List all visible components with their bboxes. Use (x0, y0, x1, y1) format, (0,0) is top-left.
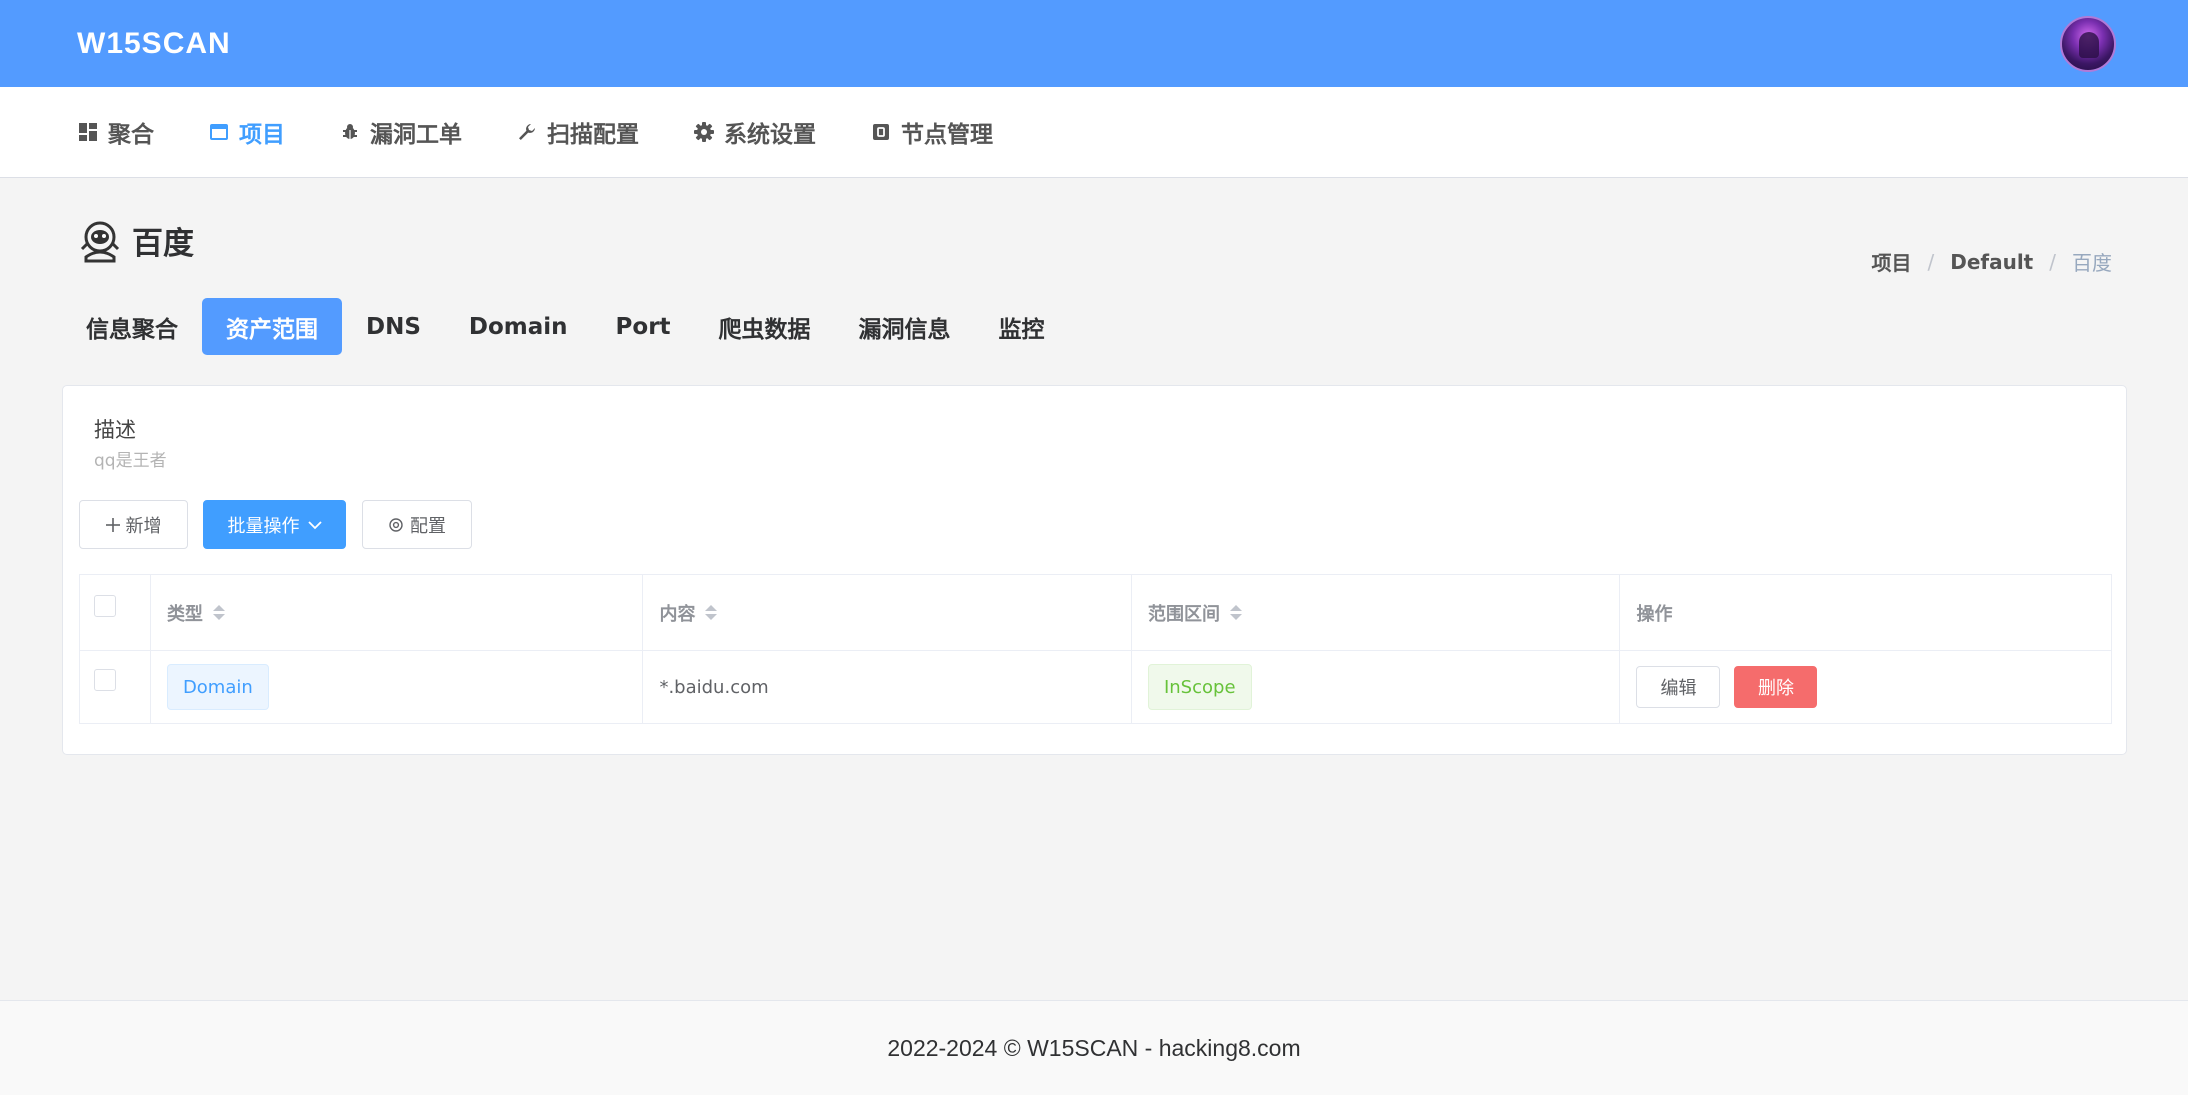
breadcrumb-separator: / (2049, 249, 2056, 274)
nav-item-system-settings[interactable]: 系统设置 (694, 115, 816, 149)
breadcrumb: 项目 / Default / 百度 (1871, 247, 2112, 276)
chevron-down-icon (307, 520, 322, 530)
column-header-actions-label: 操作 (1636, 603, 1673, 625)
avatar-icon[interactable] (2060, 15, 2116, 72)
main-nav: 聚合 项目 漏洞工单 扫描配置 系统设置 节点管理 (0, 87, 2188, 178)
column-header-scope-label: 范围区间 (1147, 603, 1220, 625)
tab-asset-scope[interactable]: 资产范围 (202, 298, 342, 355)
wrench-icon (517, 122, 537, 142)
breadcrumb-item-projects[interactable]: 项目 (1871, 247, 1911, 276)
breadcrumb-separator: / (1927, 249, 1935, 274)
content-value: *.baidu.com (659, 676, 769, 698)
row-select-cell (80, 651, 151, 723)
tab-domain[interactable]: Domain (445, 298, 592, 355)
nav-item-label: 聚合 (108, 122, 154, 148)
description-label: 描述 (94, 418, 136, 442)
tab-dns[interactable]: DNS (342, 298, 445, 355)
breadcrumb-item-default[interactable]: Default (1950, 250, 2033, 274)
window-icon (209, 122, 229, 142)
project-tabs: 信息聚合 资产范围 DNS Domain Port 爬虫数据 漏洞信息 监控 (62, 298, 1069, 355)
table-header-row: 类型 内容 范围区间 操作 (80, 575, 2111, 651)
table-row: Domain *.baidu.com InScope 编辑 删除 (80, 651, 2111, 723)
page-title: 百度 (78, 218, 194, 263)
tab-monitor[interactable]: 监控 (975, 298, 1069, 355)
header-select-cell (80, 575, 151, 650)
footer-text: 2022-2024 © W15SCAN - hacking8.com (887, 1034, 1301, 1061)
gear-outline-icon (388, 517, 404, 533)
bug-icon (340, 122, 360, 142)
config-button-label: 配置 (410, 515, 446, 537)
delete-button[interactable]: 删除 (1734, 666, 1818, 708)
nav-item-label: 漏洞工单 (370, 122, 462, 148)
page-title-text: 百度 (132, 226, 194, 262)
nav-item-scan-config[interactable]: 扫描配置 (517, 115, 639, 149)
astronaut-icon (78, 219, 122, 263)
tab-crawler-data[interactable]: 爬虫数据 (695, 298, 835, 355)
nav-item-vuln-tickets[interactable]: 漏洞工单 (340, 115, 462, 149)
gear-icon (694, 122, 714, 142)
scope-cell: InScope (1132, 651, 1621, 723)
column-header-actions: 操作 (1620, 575, 2111, 650)
edit-button[interactable]: 编辑 (1636, 666, 1721, 708)
breadcrumb-item-current: 百度 (2072, 251, 2112, 275)
config-button[interactable]: 配置 (362, 500, 472, 549)
nav-item-projects[interactable]: 项目 (209, 115, 285, 149)
add-button[interactable]: 新增 (79, 500, 188, 549)
tab-port[interactable]: Port (592, 298, 695, 355)
column-header-type[interactable]: 类型 (151, 575, 644, 650)
tab-info-aggregate[interactable]: 信息聚合 (62, 298, 202, 355)
select-all-checkbox[interactable] (94, 595, 116, 617)
footer: 2022-2024 © W15SCAN - hacking8.com (0, 1000, 2188, 1095)
nav-item-label: 项目 (239, 122, 285, 148)
brand-logo[interactable]: W15SCAN (77, 27, 231, 61)
batch-operation-button[interactable]: 批量操作 (203, 500, 346, 549)
asset-scope-card: 描述 qq是王者 新增 批量操作 配置 类型 内容 范围区间 操作 Domain… (62, 385, 2127, 755)
nav-item-label: 系统设置 (724, 122, 816, 148)
column-header-scope[interactable]: 范围区间 (1132, 575, 1621, 650)
row-checkbox[interactable] (94, 669, 116, 691)
sort-icon[interactable] (212, 605, 225, 620)
asset-scope-table: 类型 内容 范围区间 操作 Domain *.baidu.com InScope… (79, 574, 2112, 724)
actions-cell: 编辑 删除 (1620, 651, 2111, 723)
column-header-content[interactable]: 内容 (643, 575, 1132, 650)
nav-item-label: 扫描配置 (547, 122, 639, 148)
content-cell: *.baidu.com (643, 651, 1132, 723)
nav-item-dashboard[interactable]: 聚合 (78, 115, 154, 149)
add-button-label: 新增 (125, 515, 162, 537)
dashboard-icon (78, 122, 98, 142)
type-cell: Domain (151, 651, 644, 723)
nav-item-node-management[interactable]: 节点管理 (871, 115, 993, 149)
type-tag: Domain (166, 664, 269, 710)
column-header-content-label: 内容 (659, 603, 696, 625)
sort-icon[interactable] (1229, 605, 1242, 620)
nav-item-label: 节点管理 (901, 122, 993, 148)
batch-operation-label: 批量操作 (227, 515, 300, 537)
tab-vuln-info[interactable]: 漏洞信息 (835, 298, 975, 355)
scope-tag: InScope (1147, 664, 1252, 710)
node-icon (871, 122, 891, 142)
plus-icon (105, 517, 120, 532)
description-value: qq是王者 (94, 451, 167, 471)
top-header: W15SCAN (0, 0, 2188, 87)
column-header-type-label: 类型 (166, 603, 203, 625)
sort-icon[interactable] (705, 605, 718, 620)
